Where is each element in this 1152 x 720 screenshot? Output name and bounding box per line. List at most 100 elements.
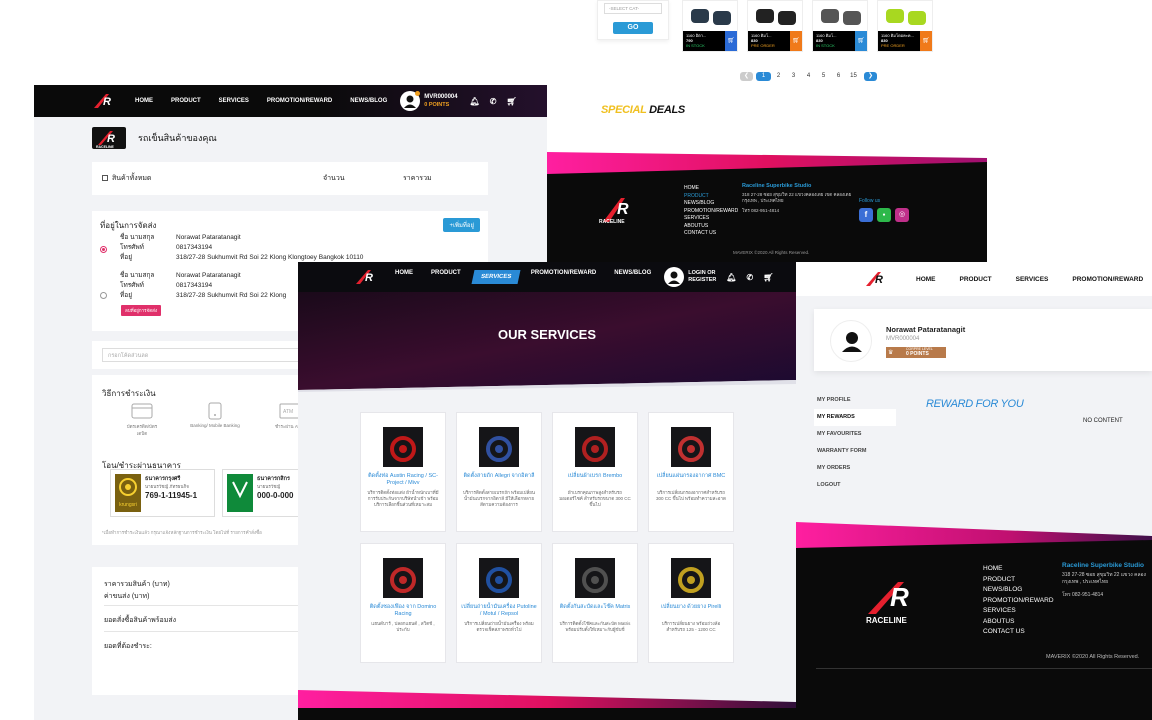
nav-link[interactable]: SERVICES bbox=[471, 270, 521, 284]
profile-avatar[interactable] bbox=[830, 320, 872, 362]
profile-menu-item[interactable]: MY FAVOURITES bbox=[814, 426, 896, 443]
next-page-button[interactable]: ❯ bbox=[864, 71, 877, 81]
service-card[interactable]: เปลี่ยนแผ่นกรองอากาศ BMC บริการเปลี่ยนกรอ… bbox=[648, 412, 734, 532]
footer-link[interactable]: SERVICES bbox=[983, 606, 1054, 617]
category-select[interactable]: -SELECT CAT- bbox=[604, 3, 662, 14]
line-icon[interactable]: ● bbox=[877, 208, 891, 222]
nav-link[interactable]: HOME bbox=[395, 270, 413, 284]
page-number[interactable]: 6 bbox=[831, 72, 846, 81]
footer-link[interactable]: PRODUCT bbox=[983, 575, 1054, 586]
profile-menu-item[interactable]: LOGOUT bbox=[814, 477, 896, 494]
add-address-button[interactable]: +เพิ่มที่อยู่ bbox=[443, 218, 480, 232]
footer-link[interactable]: CONTACT US bbox=[983, 627, 1054, 638]
product-grid: 1160 อิตา... 790 IN STOCK 🛒︎ 1160 ดิมโ... 830… bbox=[682, 0, 942, 54]
nav-link[interactable]: HOME bbox=[916, 276, 936, 283]
nav-link[interactable]: SERVICES bbox=[219, 98, 249, 104]
service-title[interactable]: เปลี่ยนผ้าเบรก Brembo bbox=[553, 473, 637, 487]
service-title[interactable]: เปลี่ยนถ่ายน้ำมันเครื่อง Putoline / Motu… bbox=[457, 604, 541, 618]
service-title[interactable]: ติดตั้งกันสะบัดและโช๊ค Matris bbox=[553, 604, 637, 618]
svg-text:R: R bbox=[617, 201, 629, 218]
service-card[interactable]: เปลี่ยนยาง ด้วยยาง Pirelli บริการเปลี่ยนย… bbox=[648, 543, 734, 663]
page-number[interactable]: 2 bbox=[771, 72, 786, 81]
service-title[interactable]: ติดตั้งซองเฟือง จาก Domino Racing bbox=[361, 604, 445, 618]
phone-label-2: โทรศัพท์ bbox=[120, 282, 144, 289]
nav-link[interactable]: NEWS/BLOG bbox=[614, 270, 651, 284]
service-card[interactable]: ติดตั้งซองเฟือง จาก Domino Racing แฮนด์บา… bbox=[360, 543, 446, 663]
add-to-cart-button[interactable]: 🛒︎ bbox=[855, 31, 867, 51]
login-register-link[interactable]: LOGIN OR REGISTER bbox=[688, 270, 716, 284]
page-number[interactable]: 1 bbox=[756, 71, 771, 81]
footer-link[interactable]: PROMOTION/REWARD bbox=[684, 208, 738, 216]
footer-link[interactable]: CONTACT US bbox=[684, 230, 738, 238]
raceline-logo[interactable]: R bbox=[354, 268, 382, 286]
service-title[interactable]: เปลี่ยนแผ่นกรองอากาศ BMC bbox=[649, 473, 733, 487]
cart-icon[interactable]: 🛒︎ bbox=[763, 273, 773, 282]
page-number[interactable]: 4 bbox=[801, 72, 816, 81]
login-avatar[interactable] bbox=[664, 267, 685, 287]
nav-link[interactable]: HOME bbox=[135, 98, 153, 104]
nav-link[interactable]: PRODUCT bbox=[431, 270, 461, 284]
service-title[interactable]: เปลี่ยนยาง ด้วยยาง Pirelli bbox=[649, 604, 733, 618]
page-number[interactable]: 15 bbox=[846, 72, 861, 81]
cart-icon[interactable]: 🛒︎ bbox=[506, 97, 516, 106]
phone-icon[interactable]: ✆ bbox=[747, 273, 754, 282]
nav-link[interactable]: PRODUCT bbox=[960, 276, 992, 283]
delete-address-button[interactable]: ลบที่อยู่การจัดส่ง bbox=[121, 305, 162, 316]
instagram-icon[interactable]: ◎ bbox=[895, 208, 909, 222]
nav-link[interactable]: NEWS/BLOG bbox=[350, 98, 387, 104]
nav-link[interactable]: PRODUCT bbox=[171, 98, 201, 104]
footer-link[interactable]: ABOUTUS bbox=[684, 223, 738, 231]
bank-krungsri-card[interactable]: krungsri ธนาคารกรุงศรี นายนรวัชญ์ ภัทรธน… bbox=[110, 469, 215, 517]
payment-mobile-banking[interactable]: Banking/ Mobile Banking bbox=[190, 401, 240, 428]
user-avatar[interactable] bbox=[400, 91, 421, 111]
nav-link[interactable]: SERVICES bbox=[1016, 276, 1049, 283]
service-card[interactable]: ติดตั้งท่อ Austin Racing / SC-Project / … bbox=[360, 412, 446, 532]
profile-footer: R RACELINE HOME PRODUCT NEWS/BLOG PROMOTION/… bbox=[796, 522, 1152, 720]
footer-link[interactable]: PROMOTION/REWARD bbox=[983, 596, 1054, 607]
address-radio-selected[interactable] bbox=[100, 246, 107, 253]
service-card[interactable]: ติดตั้งสายถัก Allegri จากอิตาลี บริการติด… bbox=[456, 412, 542, 532]
facebook-icon[interactable]: f bbox=[859, 208, 873, 222]
page-number[interactable]: 3 bbox=[786, 72, 801, 81]
footer-link[interactable]: PRODUCT bbox=[684, 193, 738, 201]
product-card[interactable]: 1160 ดิมโดอคะค... 830 PRE ORDER 🛒︎ bbox=[877, 0, 933, 52]
product-card[interactable]: 1160 อิตา... 790 IN STOCK 🛒︎ bbox=[682, 0, 738, 52]
profile-menu-item[interactable]: WARRANTY FORM bbox=[814, 443, 896, 460]
service-card[interactable]: ติดตั้งกันสะบัดและโช๊ค Matris บริการติดตั… bbox=[552, 543, 638, 663]
service-card[interactable]: เปลี่ยนผ้าเบรก Brembo ผ้าเบรกคุณภาพสูงสำห… bbox=[552, 412, 638, 532]
nav-link[interactable]: PROMOTION/REWARD bbox=[1072, 276, 1143, 283]
bell-icon[interactable]: 🔔︎ bbox=[726, 273, 736, 282]
service-card[interactable]: เปลี่ยนถ่ายน้ำมันเครื่อง Putoline / Motu… bbox=[456, 543, 542, 663]
footer-link[interactable]: HOME bbox=[684, 185, 738, 193]
footer-link[interactable]: NEWS/BLOG bbox=[983, 585, 1054, 596]
add-to-cart-button[interactable]: 🛒︎ bbox=[920, 31, 932, 51]
bell-icon[interactable]: 🔔︎ bbox=[470, 97, 480, 106]
raceline-logo[interactable]: R bbox=[864, 270, 892, 288]
product-card[interactable]: 1160 ดิมโ... 830 IN STOCK 🛒︎ bbox=[812, 0, 868, 52]
profile-menu-item[interactable]: MY PROFILE bbox=[814, 392, 896, 409]
prev-page-button[interactable]: ❮ bbox=[740, 71, 753, 81]
profile-member-id: MVR000004 bbox=[886, 336, 920, 342]
select-all-checkbox[interactable] bbox=[102, 175, 108, 181]
payment-credit-card[interactable]: บัตรเครดิต/บัตรเดบิต bbox=[122, 401, 162, 437]
page-number[interactable]: 5 bbox=[816, 72, 831, 81]
phone-icon[interactable]: ✆ bbox=[490, 97, 497, 106]
footer-link[interactable]: SERVICES bbox=[684, 215, 738, 223]
service-title[interactable]: ติดตั้งท่อ Austin Racing / SC-Project / … bbox=[361, 473, 445, 487]
coupon-input[interactable]: กรอกโค้ดส่วนลด bbox=[102, 348, 314, 362]
go-button[interactable]: GO bbox=[613, 22, 653, 34]
address-radio[interactable] bbox=[100, 292, 107, 299]
studio-address: 318 27-28 ซอย สุขุมวิท 22 แขวง คลอง กรุง… bbox=[1062, 572, 1146, 585]
nav-link[interactable]: PROMOTION/REWARD bbox=[267, 98, 332, 104]
product-card[interactable]: 1160 ดิมโ... 830 PRE ORDER 🛒︎ bbox=[747, 0, 803, 52]
profile-menu-item[interactable]: MY ORDERS bbox=[814, 460, 896, 477]
raceline-logo[interactable]: R bbox=[92, 92, 120, 110]
footer-link[interactable]: HOME bbox=[983, 564, 1054, 575]
add-to-cart-button[interactable]: 🛒︎ bbox=[725, 31, 737, 51]
profile-menu-item[interactable]: MY REWARDS bbox=[814, 409, 896, 426]
footer-link[interactable]: NEWS/BLOG bbox=[684, 200, 738, 208]
service-title[interactable]: ติดตั้งสายถัก Allegri จากอิตาลี bbox=[457, 473, 541, 487]
footer-link[interactable]: ABOUTUS bbox=[983, 617, 1054, 628]
nav-link[interactable]: PROMOTION/REWARD bbox=[531, 270, 596, 284]
add-to-cart-button[interactable]: 🛒︎ bbox=[790, 31, 802, 51]
